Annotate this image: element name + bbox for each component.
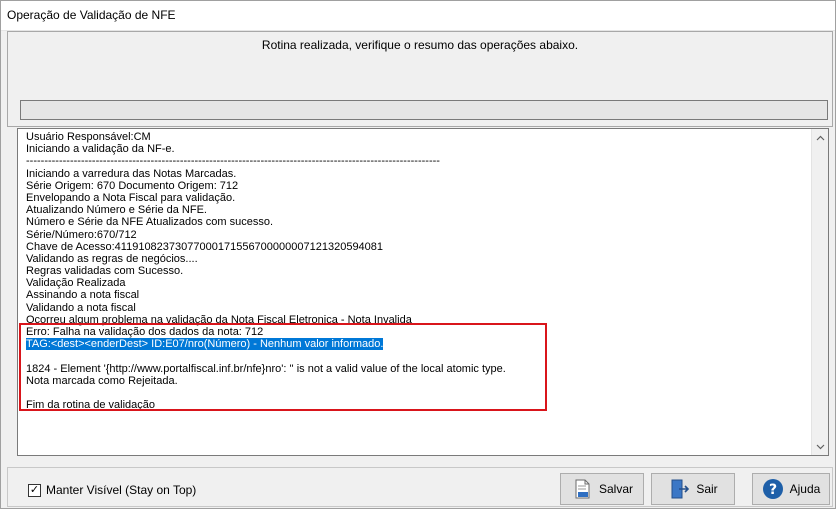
- log-line-text: Regras validadas com Sucesso.: [26, 265, 184, 278]
- log-line-text: Ocorreu algum problema na validação da N…: [26, 313, 412, 326]
- log-line-text: Chave de Acesso:411910823730770001715567…: [26, 240, 384, 253]
- stay-on-top-checkbox[interactable]: ✓: [28, 483, 41, 497]
- log-line: Validação Realizada: [26, 277, 806, 289]
- log-line: Regras validadas com Sucesso.: [26, 265, 806, 277]
- log-content: Usuário Responsável:CM Iniciando a valida…: [26, 131, 806, 411]
- log-line: Ocorreu algum problema na validação da N…: [26, 314, 806, 326]
- log-line-text: Validação Realizada: [26, 277, 126, 290]
- log-line-text: Nota marcada como Rejeitada.: [26, 374, 178, 387]
- sair-label: Sair: [696, 482, 718, 496]
- ajuda-label: Ajuda: [789, 482, 821, 496]
- log-line-text: Validando as regras de negócios....: [26, 252, 198, 265]
- log-line-text: Atualizando Número e Série da NFE.: [26, 204, 207, 217]
- svg-text:?: ?: [769, 482, 777, 498]
- log-line: Chave de Acesso:411910823730770001715567…: [26, 241, 806, 253]
- log-line-text: Usuário Responsável:CM: [26, 131, 151, 143]
- log-line-text: 1824 - Element '{http://www.portalfiscal…: [26, 362, 506, 375]
- stay-on-top-label: Manter Visível (Stay on Top): [46, 483, 197, 497]
- summary-message: Rotina realizada, verifique o resumo das…: [261, 38, 579, 52]
- log-line: Iniciando a varredura das Notas Marcadas…: [26, 168, 806, 180]
- log-line: Fim da rotina de validação: [26, 399, 806, 411]
- check-icon: ✓: [29, 483, 40, 496]
- ajuda-button[interactable]: ? Ajuda: [752, 473, 830, 505]
- chevron-up-icon[interactable]: [812, 129, 829, 146]
- log-line-text: Envelopando a Nota Fiscal para validação…: [26, 191, 236, 204]
- log-line: 1824 - Element '{http://www.portalfiscal…: [26, 363, 806, 375]
- log-line-text: TAG:<dest><enderDest> ID:E07/nro(Número)…: [26, 338, 384, 351]
- save-log-icon: [571, 478, 593, 500]
- log-line: Assinando a nota fiscal: [26, 289, 806, 301]
- footer-bar: ✓ Manter Visível (Stay on Top) Salvar Sa…: [7, 467, 833, 507]
- log-line: Iniciando a validação da NF-e.: [26, 143, 806, 155]
- log-line: Número e Série da NFE Atualizados com su…: [26, 216, 806, 228]
- title-bar[interactable]: Operação de Validação de NFE: [1, 1, 835, 31]
- log-line: Nota marcada como Rejeitada.: [26, 375, 806, 387]
- salvar-button[interactable]: Salvar: [560, 473, 644, 505]
- log-line: TAG:<dest><enderDest> ID:E07/nro(Número)…: [26, 338, 806, 351]
- sair-button[interactable]: Sair: [651, 473, 735, 505]
- log-textarea[interactable]: Usuário Responsável:CM Iniciando a valida…: [17, 128, 829, 456]
- help-icon: ?: [762, 478, 784, 500]
- progress-bar: [20, 100, 828, 120]
- log-scrollbar[interactable]: [811, 129, 828, 455]
- log-line: Erro: Falha na validação dos dados da no…: [26, 326, 806, 338]
- exit-icon: [668, 478, 690, 500]
- log-line-text: Erro: Falha na validação dos dados da no…: [26, 326, 264, 338]
- log-line-text: ----------------------------------------…: [26, 155, 440, 168]
- log-line-text: Iniciando a varredura das Notas Marcadas…: [26, 167, 237, 180]
- log-line-text: Assinando a nota fiscal: [26, 289, 140, 302]
- log-line-text: Fim da rotina de validação: [26, 399, 156, 412]
- log-line-text: Número e Série da NFE Atualizados com su…: [26, 216, 274, 229]
- summary-panel: Rotina realizada, verifique o resumo das…: [7, 31, 833, 127]
- log-line: ----------------------------------------…: [26, 155, 806, 167]
- log-line: Série Origem: 670 Documento Origem: 712: [26, 180, 806, 192]
- log-line-text: Série Origem: 670 Documento Origem: 712: [26, 179, 239, 192]
- validation-window: Operação de Validação de NFE Rotina real…: [0, 0, 836, 509]
- log-line: Envelopando a Nota Fiscal para validação…: [26, 192, 806, 204]
- chevron-down-icon[interactable]: [812, 438, 829, 455]
- window-title: Operação de Validação de NFE: [7, 8, 176, 22]
- salvar-label: Salvar: [598, 482, 633, 496]
- log-line: Validando as regras de negócios....: [26, 253, 806, 265]
- log-line: Usuário Responsável:CM: [26, 131, 806, 143]
- log-line-text: Série/Número:670/712: [26, 228, 137, 241]
- log-line-text: Validando a nota fiscal: [26, 301, 136, 314]
- log-line: Série/Número:670/712: [26, 229, 806, 241]
- stay-on-top-option[interactable]: ✓ Manter Visível (Stay on Top): [28, 483, 196, 497]
- log-line: Atualizando Número e Série da NFE.: [26, 204, 806, 216]
- log-line-text: Iniciando a validação da NF-e.: [26, 143, 175, 156]
- log-line: Validando a nota fiscal: [26, 302, 806, 314]
